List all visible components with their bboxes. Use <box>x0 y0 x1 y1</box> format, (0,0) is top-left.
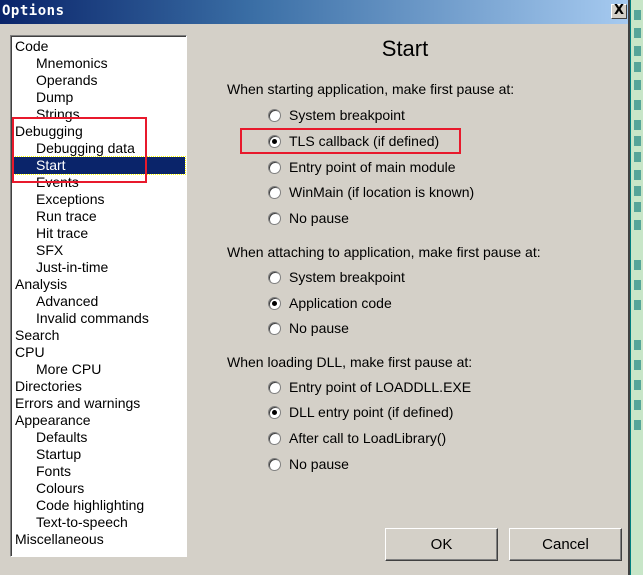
radio-option[interactable]: DLL entry point (if defined) <box>268 403 453 421</box>
tree-item-events[interactable]: Events <box>36 174 79 191</box>
background-text-mark <box>634 360 641 370</box>
window-title: Options <box>2 3 65 19</box>
background-text-mark <box>634 152 641 162</box>
options-tree[interactable]: Code Mnemonics Operands Dump Strings Debuggin… <box>10 35 187 557</box>
tree-item-operands[interactable]: Operands <box>36 72 97 89</box>
close-button[interactable]: X <box>611 4 627 19</box>
background-text-mark <box>634 220 641 230</box>
radio-label: Entry point of main module <box>289 159 456 175</box>
group-label: When loading DLL, make first pause at: <box>227 354 473 370</box>
background-text-mark <box>634 202 641 212</box>
tree-item-debugging-data[interactable]: Debugging data <box>36 140 135 157</box>
radio-option[interactable]: System breakpoint <box>268 268 405 286</box>
background-text-mark <box>634 186 641 196</box>
tree-item-startup[interactable]: Startup <box>36 446 81 463</box>
radio-unchecked-icon[interactable] <box>268 380 281 394</box>
radio-checked-icon[interactable] <box>268 405 281 419</box>
tree-item-exceptions[interactable]: Exceptions <box>36 191 104 208</box>
radio-label: No pause <box>289 210 349 226</box>
radio-checked-icon[interactable] <box>268 134 281 148</box>
tree-item-analysis[interactable]: Analysis <box>15 276 67 293</box>
tree-item-fonts[interactable]: Fonts <box>36 463 71 480</box>
ok-button[interactable]: OK <box>385 528 498 561</box>
start-heading: Start <box>381 36 429 61</box>
radio-unchecked-icon[interactable] <box>268 321 281 335</box>
background-text-mark <box>634 46 641 56</box>
background-window-edge <box>630 0 643 575</box>
radio-option[interactable]: System breakpoint <box>268 106 405 124</box>
tree-item-colours[interactable]: Colours <box>36 480 84 497</box>
background-text-mark <box>634 136 641 146</box>
radio-checked-icon[interactable] <box>268 296 281 310</box>
tree-item-hit-trace[interactable]: Hit trace <box>36 225 88 242</box>
background-text-mark <box>634 10 641 20</box>
tree-item-directories[interactable]: Directories <box>15 378 82 395</box>
tree-item-miscellaneous[interactable]: Miscellaneous <box>15 531 104 548</box>
radio-unchecked-icon[interactable] <box>268 108 281 122</box>
tree-item-code-highlighting[interactable]: Code highlighting <box>36 497 144 514</box>
radio-label: TLS callback (if defined) <box>289 133 440 149</box>
tree-item-start[interactable]: Start <box>12 156 186 175</box>
group-label: When starting application, make first pa… <box>227 81 515 97</box>
radio-option[interactable]: WinMain (if location is known) <box>268 183 474 201</box>
radio-unchecked-icon[interactable] <box>268 457 281 471</box>
background-text-mark <box>634 300 641 310</box>
tree-item-advanced[interactable]: Advanced <box>36 293 98 310</box>
title-bar[interactable]: Options X <box>0 0 628 24</box>
radio-option[interactable]: Application code <box>268 294 392 312</box>
radio-option[interactable]: No pause <box>268 319 349 337</box>
tree-item-debugging[interactable]: Debugging <box>15 123 83 140</box>
tree-item-appearance[interactable]: Appearance <box>15 412 91 429</box>
group-label: When attaching to application, make firs… <box>227 244 541 260</box>
radio-option[interactable]: Entry point of main module <box>268 158 456 176</box>
options-dialog: Options X Code Mnemonics Operands Dump Strin… <box>0 0 630 575</box>
background-text-mark <box>634 100 641 110</box>
background-text-mark <box>634 28 641 38</box>
radio-label: System breakpoint <box>289 269 405 285</box>
background-text-mark <box>634 340 641 350</box>
radio-label: Entry point of LOADDLL.EXE <box>289 379 472 395</box>
radio-label: WinMain (if location is known) <box>289 184 475 200</box>
radio-unchecked-icon[interactable] <box>268 431 281 445</box>
tree-item-just-in-time[interactable]: Just-in-time <box>36 259 108 276</box>
tree-item-dump[interactable]: Dump <box>36 89 73 106</box>
radio-unchecked-icon[interactable] <box>268 160 281 174</box>
background-text-mark <box>634 62 641 72</box>
radio-unchecked-icon[interactable] <box>268 270 281 284</box>
tree-item-more-cpu[interactable]: More CPU <box>36 361 101 378</box>
background-text-mark <box>634 80 641 90</box>
tree-item-sfx[interactable]: SFX <box>36 242 63 259</box>
radio-label: System breakpoint <box>289 107 405 123</box>
background-text-mark <box>634 400 641 410</box>
background-text-mark <box>634 120 641 130</box>
radio-label: DLL entry point (if defined) <box>289 404 454 420</box>
radio-label: Application code <box>289 295 392 311</box>
radio-label: No pause <box>289 320 349 336</box>
radio-option[interactable]: TLS callback (if defined) <box>268 132 439 150</box>
tree-item-defaults[interactable]: Defaults <box>36 429 87 446</box>
radio-option[interactable]: No pause <box>268 455 349 473</box>
tree-item-search[interactable]: Search <box>15 327 59 344</box>
radio-option[interactable]: No pause <box>268 209 349 227</box>
tree-item-errors-and-warnings[interactable]: Errors and warnings <box>15 395 140 412</box>
tree-item-run-trace[interactable]: Run trace <box>36 208 97 225</box>
radio-unchecked-icon[interactable] <box>268 211 281 225</box>
background-text-mark <box>634 260 641 270</box>
radio-label: After call to LoadLibrary() <box>289 430 447 446</box>
background-text-mark <box>634 280 641 290</box>
tree-item-strings[interactable]: Strings <box>36 106 80 123</box>
background-text-mark <box>634 380 641 390</box>
radio-label: No pause <box>289 456 349 472</box>
tree-item-cpu[interactable]: CPU <box>15 344 45 361</box>
background-text-mark <box>634 420 641 430</box>
tree-item-mnemonics[interactable]: Mnemonics <box>36 55 108 72</box>
radio-option[interactable]: After call to LoadLibrary() <box>268 429 446 447</box>
tree-item-invalid-commands[interactable]: Invalid commands <box>36 310 149 327</box>
radio-option[interactable]: Entry point of LOADDLL.EXE <box>268 378 471 396</box>
cancel-button[interactable]: Cancel <box>509 528 622 561</box>
tree-item-code[interactable]: Code <box>15 38 48 55</box>
background-text-mark <box>634 170 641 180</box>
tree-item-text-to-speech[interactable]: Text-to-speech <box>36 514 128 531</box>
radio-unchecked-icon[interactable] <box>268 185 281 199</box>
